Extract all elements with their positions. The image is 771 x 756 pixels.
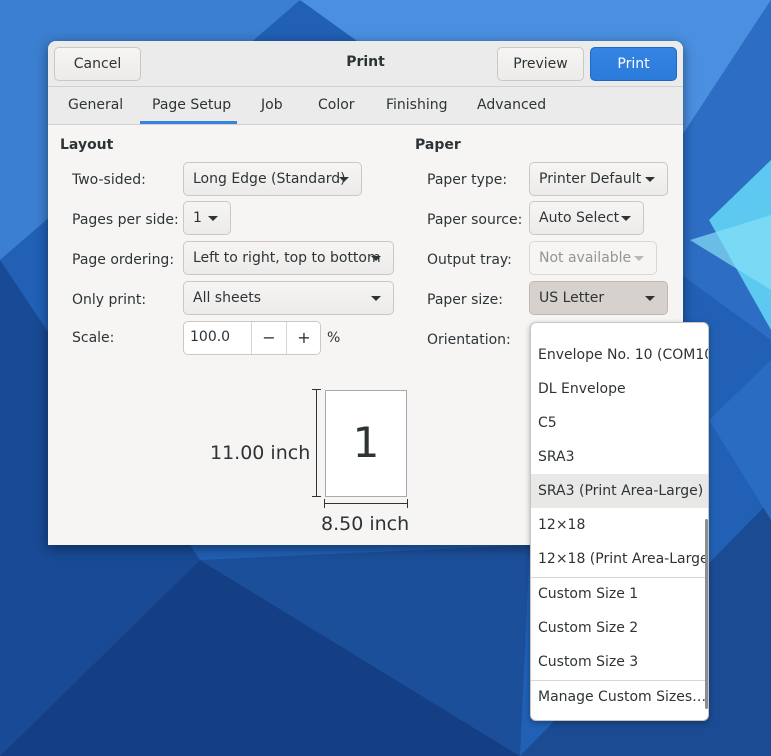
paper-type-label: Paper type:: [427, 172, 508, 188]
page-width-label: 8.50 inch: [321, 513, 410, 535]
paper-size-combo[interactable]: US Letter: [529, 281, 668, 315]
paper-size-dropdown: Envelope No. 10 (COM10) DL Envelope C5 S…: [530, 322, 709, 721]
two-sided-value: Long Edge (Standard): [193, 171, 346, 187]
pages-per-side-combo[interactable]: 1: [183, 201, 231, 235]
page-ordering-value: Left to right, top to bottom: [193, 250, 381, 266]
chevron-down-icon: [645, 177, 655, 182]
paper-size-value: US Letter: [539, 290, 605, 306]
output-tray-value: Not available: [539, 250, 632, 266]
paper-size-label: Paper size:: [427, 292, 503, 308]
two-sided-combo[interactable]: Long Edge (Standard): [183, 162, 362, 196]
paper-size-option[interactable]: DL Envelope: [531, 372, 708, 406]
tab-finishing[interactable]: Finishing: [386, 97, 448, 113]
preview-button[interactable]: Preview: [497, 47, 584, 81]
chevron-down-icon: [208, 216, 218, 221]
chevron-down-icon: [339, 177, 349, 182]
scale-spinbutton: 100.0 − +: [183, 321, 321, 355]
tab-bar: General Page Setup Job Color Finishing A…: [48, 87, 683, 125]
chevron-down-icon: [371, 256, 381, 261]
height-dimension-line: [316, 389, 317, 497]
paper-size-option-hovered[interactable]: SRA3 (Print Area-Large): [531, 474, 708, 508]
custom-size-option[interactable]: Custom Size 1: [531, 577, 708, 611]
scale-increment-button[interactable]: +: [286, 322, 320, 354]
two-sided-label: Two-sided:: [72, 172, 146, 188]
scale-input[interactable]: 100.0: [190, 329, 230, 345]
height-dimension-cap: [312, 389, 321, 390]
tab-general[interactable]: General: [68, 97, 123, 113]
paper-source-label: Paper source:: [427, 212, 523, 228]
only-print-label: Only print:: [72, 292, 147, 308]
scale-unit: %: [327, 330, 341, 346]
custom-size-option[interactable]: Custom Size 3: [531, 645, 708, 679]
width-dimension-cap: [407, 499, 408, 508]
output-tray-combo: Not available: [529, 241, 657, 275]
tab-page-setup[interactable]: Page Setup: [152, 97, 231, 113]
paper-size-option[interactable]: SRA3: [531, 440, 708, 474]
page-ordering-combo[interactable]: Left to right, top to bottom: [183, 241, 394, 275]
paper-size-option[interactable]: 12×18 (Print Area-Large): [531, 542, 708, 576]
paper-type-value: Printer Default: [539, 171, 642, 187]
tab-color[interactable]: Color: [318, 97, 355, 113]
chevron-down-icon: [634, 256, 644, 261]
layout-section-title: Layout: [60, 137, 114, 153]
tab-advanced[interactable]: Advanced: [477, 97, 546, 113]
orientation-label: Orientation:: [427, 332, 511, 348]
cancel-button[interactable]: Cancel: [54, 47, 141, 81]
dropdown-scrollbar[interactable]: [705, 519, 708, 709]
custom-size-option[interactable]: Custom Size 2: [531, 611, 708, 645]
pages-per-side-value: 1: [193, 210, 202, 226]
paper-type-combo[interactable]: Printer Default: [529, 162, 668, 196]
scale-decrement-button[interactable]: −: [251, 322, 286, 354]
page-ordering-label: Page ordering:: [72, 252, 175, 268]
scale-label: Scale:: [72, 330, 115, 346]
paper-size-option[interactable]: 12×18: [531, 508, 708, 542]
manage-custom-sizes-option[interactable]: Manage Custom Sizes…: [531, 680, 708, 714]
active-tab-indicator: [140, 121, 237, 124]
width-dimension-line: [324, 503, 408, 504]
paper-size-option[interactable]: Envelope No. 10 (COM10): [531, 338, 708, 372]
width-dimension-cap: [324, 499, 325, 508]
pages-per-side-label: Pages per side:: [72, 212, 179, 228]
paper-size-option[interactable]: C5: [531, 406, 708, 440]
page-height-label: 11.00 inch: [210, 442, 311, 464]
header-bar: Cancel Print Preview Print: [48, 41, 683, 87]
output-tray-label: Output tray:: [427, 252, 512, 268]
chevron-down-icon: [371, 296, 381, 301]
dialog-title: Print: [346, 54, 385, 70]
paper-source-value: Auto Select: [539, 210, 620, 226]
chevron-down-icon: [645, 296, 655, 301]
tab-job[interactable]: Job: [261, 97, 283, 113]
only-print-value: All sheets: [193, 290, 261, 306]
paper-section-title: Paper: [415, 137, 461, 153]
page-preview: 1: [325, 390, 407, 497]
only-print-combo[interactable]: All sheets: [183, 281, 394, 315]
paper-source-combo[interactable]: Auto Select: [529, 201, 644, 235]
height-dimension-cap: [312, 496, 321, 497]
chevron-down-icon: [621, 216, 631, 221]
print-button[interactable]: Print: [590, 47, 677, 81]
